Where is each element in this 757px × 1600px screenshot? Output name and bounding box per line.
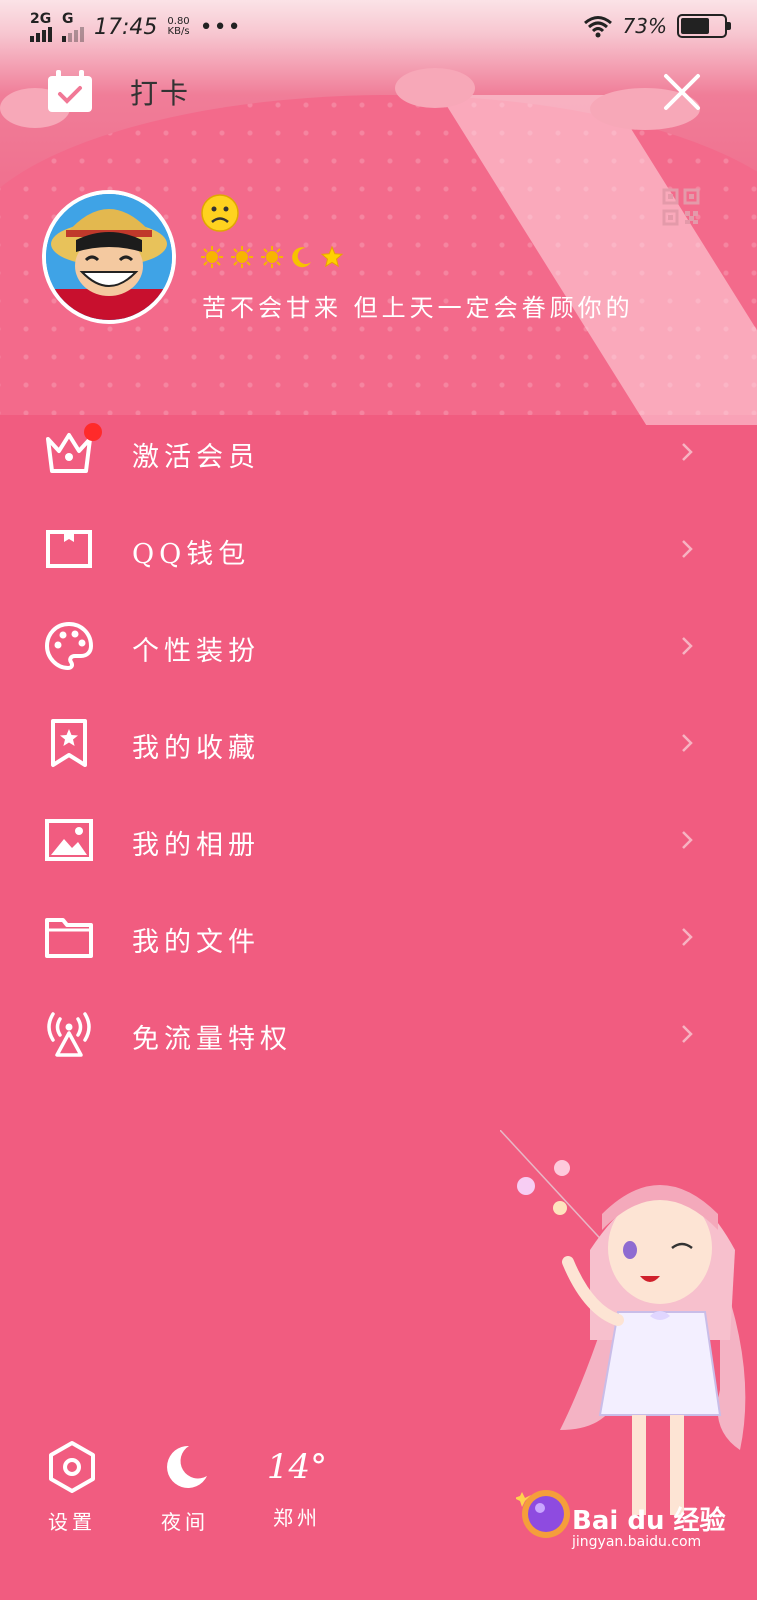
menu-item-free-data[interactable]: 免流量特权 [0, 987, 757, 1084]
chevron-right-icon [682, 928, 693, 946]
chevron-right-icon [682, 443, 693, 461]
chevron-right-icon [682, 540, 693, 558]
network-type-label: G [62, 11, 74, 27]
weather-widget[interactable]: 14° 郑州 [262, 1440, 332, 1531]
antenna-icon [47, 1012, 91, 1057]
watermark-text: Bai du 经验 [572, 1506, 726, 1536]
chevron-right-icon [682, 831, 693, 849]
sad-face-icon[interactable] [200, 193, 240, 233]
personal-signature[interactable]: 苦不会甘来 但上天一定会眷顾你的 [202, 288, 634, 323]
menu-item-wallet[interactable]: QQ钱包 [0, 502, 757, 599]
sun-icon [201, 246, 223, 268]
folder-icon [45, 918, 93, 958]
wallet-icon [46, 530, 92, 568]
moon-icon [167, 1445, 207, 1488]
moon-icon [292, 247, 311, 268]
sun-icon [261, 246, 283, 268]
image-icon [45, 819, 93, 861]
menu-item-label: QQ钱包 [132, 539, 251, 570]
balloon-logo-icon [516, 1490, 570, 1538]
avatar[interactable] [42, 190, 176, 324]
settings-label: 设置 [48, 1510, 96, 1534]
menu-item-label: 激活会员 [132, 442, 260, 473]
menu-item-label: 个性装扮 [132, 636, 260, 667]
weather-temperature: 14° [266, 1447, 328, 1487]
star-icon [320, 245, 344, 268]
menu-item-label: 我的收藏 [132, 733, 260, 764]
drawer-menu: 激活会员 QQ钱包 个性装扮 我的收藏 我的相册 我的文件 免流量特权 [0, 405, 757, 1084]
night-mode-label: 夜间 [161, 1510, 209, 1534]
wifi-icon [583, 16, 612, 38]
battery-percent: 73% [622, 14, 667, 38]
battery-fill [681, 18, 709, 34]
speed-unit: KB/s [167, 26, 190, 37]
status-bar: 2G G 17:45 0.80 KB/s ••• 73% [0, 0, 757, 56]
menu-item-label: 我的相册 [132, 830, 260, 861]
menu-item-files[interactable]: 我的文件 [0, 890, 757, 987]
network-type-label: 2G [30, 11, 52, 27]
settings-button[interactable]: 设置 [42, 1440, 102, 1535]
menu-item-album[interactable]: 我的相册 [0, 793, 757, 890]
chevron-right-icon [682, 734, 693, 752]
menu-item-personalize[interactable]: 个性装扮 [0, 599, 757, 696]
more-notifications: ••• [199, 14, 242, 40]
signal-g: G [62, 12, 84, 42]
cloud-decoration [395, 68, 475, 108]
baidu-watermark: Bai du 经验 jingyan.baidu.com [516, 1480, 736, 1560]
palette-icon [44, 621, 94, 671]
weather-city: 郑州 [273, 1506, 321, 1530]
drawer-screen: 2G G 17:45 0.80 KB/s ••• 73% 打卡 苦不会甘来 但上… [0, 0, 757, 1600]
signal-bars-icon [30, 26, 52, 42]
close-icon[interactable] [662, 72, 702, 112]
night-mode-button[interactable]: 夜间 [155, 1440, 215, 1535]
menu-item-favorites[interactable]: 我的收藏 [0, 696, 757, 793]
menu-item-vip[interactable]: 激活会员 [0, 405, 757, 502]
menu-item-label: 免流量特权 [132, 1024, 292, 1055]
bookmark-star-icon [51, 719, 87, 767]
settings-icon [49, 1441, 95, 1493]
signal-bars-icon [62, 26, 84, 42]
battery-icon [677, 14, 731, 38]
calendar-check-icon[interactable] [46, 70, 94, 114]
signal-2g: 2G [30, 12, 52, 42]
watermark-url: jingyan.baidu.com [572, 1534, 702, 1550]
notification-badge [84, 423, 102, 441]
menu-item-label: 我的文件 [132, 927, 260, 958]
qr-code-icon[interactable] [662, 188, 700, 226]
sun-icon [231, 246, 253, 268]
checkin-button[interactable]: 打卡 [130, 72, 190, 112]
network-speed: 0.80 KB/s [167, 17, 189, 37]
avatar-image [46, 194, 172, 320]
clock: 17:45 [94, 14, 158, 40]
qq-level[interactable] [200, 245, 344, 269]
chevron-right-icon [682, 637, 693, 655]
chevron-right-icon [682, 1025, 693, 1043]
